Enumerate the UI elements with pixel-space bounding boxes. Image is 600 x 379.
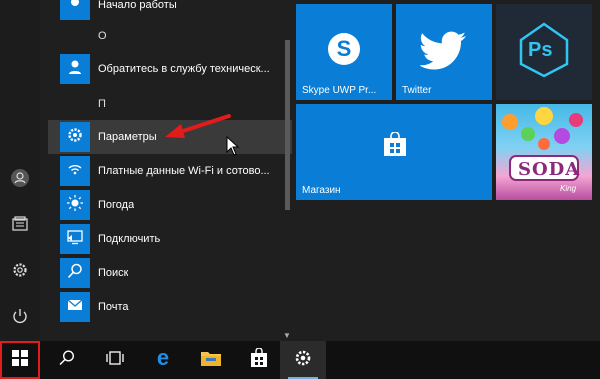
tile-twitter[interactable]: Twitter	[396, 4, 492, 100]
candy-logo-text: SODA	[518, 159, 581, 180]
app-label: Платные данные Wi-Fi и сотово...	[98, 165, 270, 177]
svg-text:e: e	[157, 347, 169, 369]
gear-icon	[66, 126, 84, 149]
app-icon-connect	[60, 224, 90, 254]
app-item-support[interactable]: Обратитесь в службу техническ...	[48, 52, 320, 86]
task-view-button[interactable]	[92, 341, 138, 379]
candy-sub-text: King	[560, 184, 577, 193]
task-view-icon	[105, 350, 125, 371]
app-icon-support	[60, 54, 90, 84]
edge-browser-icon: e	[152, 345, 174, 374]
app-label: Обратитесь в службу техническ...	[98, 63, 270, 75]
windows-logo-icon	[12, 349, 28, 371]
wifi-data-icon	[66, 160, 84, 183]
letter-header-p[interactable]: П	[98, 98, 106, 110]
app-list-scrollbar[interactable]: ▼	[283, 0, 291, 341]
store-bag-icon	[382, 131, 408, 163]
app-icon-mail	[60, 292, 90, 322]
gear-icon	[11, 261, 29, 284]
search-icon	[58, 349, 76, 372]
start-left-rail	[0, 0, 40, 341]
app-label: Параметры	[98, 131, 157, 143]
app-list: Начало работы О Обратитесь в службу техн…	[40, 0, 320, 341]
mail-icon	[66, 296, 84, 319]
user-account-button[interactable]	[0, 160, 40, 200]
folder-icon	[200, 349, 222, 372]
documents-button[interactable]	[0, 206, 40, 246]
lightbulb-icon	[68, 0, 82, 15]
start-button[interactable]	[0, 341, 40, 379]
settings-taskbar-button[interactable]	[280, 341, 326, 379]
app-item-mail[interactable]: Почта	[48, 290, 320, 324]
app-icon-settings	[60, 122, 90, 152]
app-icon-weather	[60, 190, 90, 220]
file-explorer-button[interactable]	[188, 341, 234, 379]
user-icon	[10, 168, 30, 193]
settings-rail-button[interactable]	[0, 252, 40, 292]
svg-text:S: S	[337, 36, 352, 61]
app-label: Почта	[98, 301, 129, 313]
app-icon-search	[60, 258, 90, 288]
tile-candy-crush-soda[interactable]: SODA King	[496, 104, 592, 200]
tiles-area: S Skype UWP Pr... Twitter Ps Магазин SOD…	[292, 0, 600, 341]
connect-icon	[66, 228, 84, 251]
letter-header-o[interactable]: О	[98, 30, 107, 42]
app-icon-paid-wifi	[60, 156, 90, 186]
candy-game-art-icon	[496, 104, 592, 200]
app-item-connect[interactable]: Подключить	[48, 222, 320, 256]
sun-icon	[66, 194, 84, 217]
taskbar: e	[0, 341, 600, 379]
app-label: Погода	[98, 199, 135, 211]
tile-label: Twitter	[402, 85, 432, 96]
scroll-thumb[interactable]	[285, 40, 290, 210]
twitter-bird-icon	[419, 30, 468, 75]
tile-photoshop[interactable]: Ps	[496, 4, 592, 100]
scroll-down-arrow-icon[interactable]: ▼	[283, 331, 291, 341]
app-label: Подключить	[98, 233, 161, 245]
store-bag-icon	[249, 346, 269, 373]
app-item-search[interactable]: Поиск	[48, 256, 320, 290]
store-button[interactable]	[236, 341, 282, 379]
tile-store[interactable]: Магазин	[296, 104, 492, 200]
annotation-arrow-icon	[165, 114, 231, 138]
edge-button[interactable]: e	[140, 341, 186, 379]
search-icon	[66, 262, 84, 285]
app-icon-start	[60, 0, 90, 20]
mouse-cursor-icon	[226, 136, 240, 156]
tile-label: Магазин	[302, 185, 341, 196]
skype-icon: S	[325, 30, 363, 73]
power-icon	[11, 307, 29, 330]
documents-icon	[11, 215, 29, 238]
support-person-icon	[66, 58, 84, 81]
app-label: Поиск	[98, 267, 129, 279]
power-button[interactable]	[0, 298, 40, 338]
app-item-paid-wifi[interactable]: Платные данные Wi-Fi и сотово...	[48, 154, 320, 188]
photoshop-logo-text: Ps	[528, 39, 553, 61]
app-label: Начало работы	[98, 0, 177, 11]
gear-icon	[293, 348, 313, 373]
app-item-weather[interactable]: Погода	[48, 188, 320, 222]
app-item-start[interactable]: Начало работы	[48, 0, 320, 22]
search-button[interactable]	[44, 341, 90, 379]
tile-skype[interactable]: S Skype UWP Pr...	[296, 4, 392, 100]
tile-label: Skype UWP Pr...	[302, 85, 377, 96]
